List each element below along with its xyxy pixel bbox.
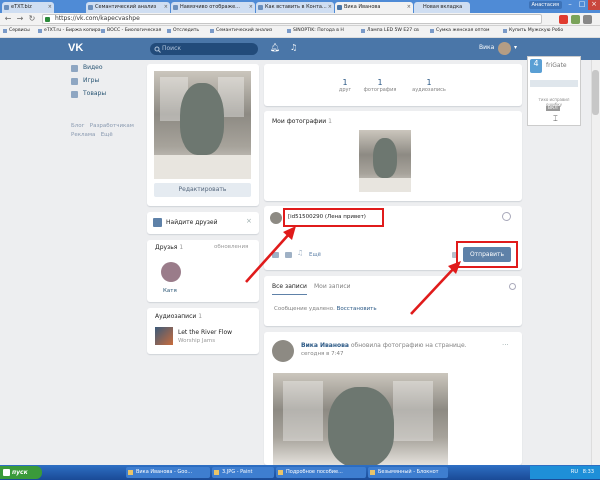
language-indicator[interactable]: RU bbox=[571, 469, 578, 475]
taskbar-item[interactable]: Безымянный - Блокнот bbox=[368, 467, 448, 478]
clock[interactable]: 8:33 bbox=[583, 469, 594, 475]
arrow-to-input bbox=[245, 232, 291, 283]
taskbar-item[interactable]: Вика Иванова - Goo... bbox=[126, 467, 210, 478]
taskbar-item[interactable]: 3.JPG - Paint bbox=[212, 467, 274, 478]
system-tray: RU 8:33 bbox=[530, 466, 600, 479]
annotation-arrows bbox=[245, 226, 461, 315]
taskbar-item[interactable]: Подробное пособие... bbox=[276, 467, 366, 478]
windows-logo-icon bbox=[3, 469, 10, 476]
arrow-to-send bbox=[410, 266, 456, 315]
